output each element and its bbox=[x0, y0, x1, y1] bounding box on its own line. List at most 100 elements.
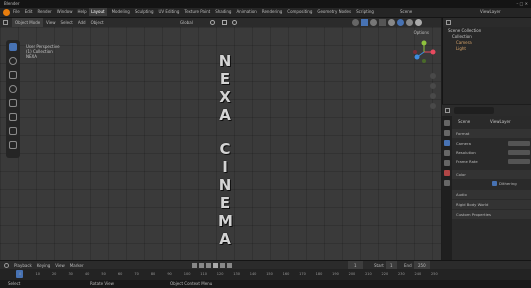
play-icon[interactable] bbox=[213, 263, 218, 268]
timeline-tick-label: 220 bbox=[381, 272, 389, 276]
status-bar: Select Rotate View Object Context Menu bbox=[0, 280, 531, 288]
object-tab-icon[interactable] bbox=[444, 180, 450, 186]
pan-hand-icon[interactable] bbox=[430, 83, 436, 89]
xray-toggle-icon[interactable] bbox=[379, 19, 386, 26]
tab-rendering[interactable]: Rendering bbox=[262, 8, 282, 16]
editor-type-icon[interactable] bbox=[3, 20, 8, 25]
menu-window[interactable]: Window bbox=[57, 8, 73, 16]
menu-help[interactable]: Help bbox=[77, 8, 86, 16]
frame-rate-field[interactable] bbox=[508, 159, 530, 164]
cursor-tool-icon[interactable] bbox=[9, 57, 17, 65]
wireframe-shading-icon[interactable] bbox=[388, 19, 395, 26]
scale-tool-icon[interactable] bbox=[9, 99, 17, 107]
timeline-tick-label: 60 bbox=[117, 272, 123, 276]
tab-sculpting[interactable]: Sculpting bbox=[135, 8, 154, 16]
timeline-tick-label: 130 bbox=[233, 272, 240, 276]
timeline-type-icon[interactable] bbox=[4, 263, 9, 268]
window-controls[interactable]: – □ ✕ bbox=[516, 2, 528, 6]
menu-object[interactable]: Object bbox=[91, 18, 104, 27]
properties-type-icon[interactable] bbox=[445, 108, 450, 113]
timeline-ruler[interactable]: 0 10 20 30 40 50 60 70 80 90 100 110 120 130 140 150 160… bbox=[0, 269, 531, 280]
move-tool-icon[interactable] bbox=[9, 71, 17, 79]
row-camera-label: Camera bbox=[456, 141, 471, 146]
scene-tab-icon[interactable] bbox=[444, 160, 450, 166]
tab-scripting[interactable]: Scripting bbox=[356, 8, 374, 16]
section-rigid-body-world[interactable]: Rigid Body World bbox=[452, 200, 531, 209]
letter-n-2: N bbox=[218, 176, 232, 194]
active-object-name: NEXA bbox=[26, 54, 37, 59]
play-reverse-icon[interactable] bbox=[206, 263, 211, 268]
menu-add[interactable]: Add bbox=[78, 18, 86, 27]
tab-shading[interactable]: Shading bbox=[215, 8, 231, 16]
outliner-item-light[interactable]: Light bbox=[448, 46, 481, 52]
gizmo-toggle-icon[interactable] bbox=[361, 19, 368, 26]
camera-field[interactable] bbox=[508, 141, 530, 146]
rendered-shading-icon[interactable] bbox=[415, 19, 422, 26]
tab-texture-paint[interactable]: Texture Paint bbox=[184, 8, 210, 16]
view-layer-selector[interactable]: ViewLayer bbox=[480, 8, 501, 16]
timeline-tick-label: 20 bbox=[51, 272, 57, 276]
jump-end-icon[interactable] bbox=[227, 263, 232, 268]
workspace-tabs: Layout Modeling Sculpting UV Editing Tex… bbox=[89, 8, 374, 16]
timeline-tick-label: 10 bbox=[35, 272, 40, 276]
timeline-tick-label: 80 bbox=[150, 272, 156, 276]
proportional-edit-icon[interactable] bbox=[232, 20, 237, 25]
section-audio[interactable]: Audio bbox=[452, 190, 531, 199]
text-object-nexa-cinema[interactable]: N E X A C I N E M A bbox=[218, 52, 233, 248]
world-tab-icon[interactable] bbox=[444, 170, 450, 176]
section-color[interactable]: Color bbox=[452, 170, 531, 179]
menu-edit[interactable]: Edit bbox=[25, 8, 33, 16]
options-dropdown[interactable]: Options bbox=[414, 28, 429, 37]
zoom-icon[interactable] bbox=[430, 73, 436, 79]
blender-logo-icon[interactable] bbox=[3, 9, 10, 16]
outliner-type-icon[interactable] bbox=[446, 20, 451, 25]
row-resolution: Resolution bbox=[452, 148, 531, 157]
view-layer-tab-icon[interactable] bbox=[444, 150, 450, 156]
menu-select[interactable]: Select bbox=[61, 18, 73, 27]
tab-compositing[interactable]: Compositing bbox=[287, 8, 312, 16]
mode-dropdown[interactable]: Object Mode bbox=[12, 18, 44, 27]
menu-render[interactable]: Render bbox=[37, 8, 51, 16]
measure-tool-icon[interactable] bbox=[9, 141, 17, 149]
section-custom-properties[interactable]: Custom Properties bbox=[452, 210, 531, 219]
perspective-toggle-icon[interactable] bbox=[430, 103, 436, 109]
timeline-tick-label: 120 bbox=[216, 272, 224, 276]
resolution-field[interactable] bbox=[508, 150, 530, 155]
transform-tool-icon[interactable] bbox=[9, 113, 17, 121]
tab-geometry-nodes[interactable]: Geometry Nodes bbox=[317, 8, 351, 16]
menu-view[interactable]: View bbox=[46, 18, 56, 27]
tab-layout[interactable]: Layout bbox=[89, 8, 107, 16]
row-dithering: Dithering bbox=[452, 179, 531, 188]
row-frame-rate-label: Frame Rate bbox=[456, 159, 478, 164]
playback-controls bbox=[192, 263, 232, 268]
snap-icon[interactable] bbox=[222, 20, 227, 25]
visibility-icon[interactable] bbox=[352, 19, 359, 26]
next-keyframe-icon[interactable] bbox=[220, 263, 225, 268]
solid-shading-icon[interactable] bbox=[397, 19, 404, 26]
timeline-tick-label: 100 bbox=[183, 272, 191, 276]
menu-file[interactable]: File bbox=[13, 8, 20, 16]
camera-view-icon[interactable] bbox=[430, 93, 436, 99]
properties-search-field[interactable] bbox=[454, 107, 494, 114]
timeline-tick-label: 40 bbox=[84, 272, 90, 276]
dithering-checkbox[interactable] bbox=[492, 181, 497, 186]
prev-keyframe-icon[interactable] bbox=[199, 263, 204, 268]
pivot-icon[interactable] bbox=[210, 20, 215, 25]
tab-uv-editing[interactable]: UV Editing bbox=[159, 8, 180, 16]
output-tab-icon[interactable] bbox=[444, 140, 450, 146]
navigation-gizmo[interactable] bbox=[412, 40, 436, 64]
render-tab-icon[interactable] bbox=[444, 130, 450, 136]
scene-selector[interactable]: Scene bbox=[400, 8, 412, 16]
tab-modeling[interactable]: Modeling bbox=[112, 8, 130, 16]
annotate-tool-icon[interactable] bbox=[9, 127, 17, 135]
select-tool-icon[interactable] bbox=[9, 43, 17, 51]
overlay-toggle-icon[interactable] bbox=[370, 19, 377, 26]
jump-start-icon[interactable] bbox=[192, 263, 197, 268]
tab-animation[interactable]: Animation bbox=[236, 8, 256, 16]
material-shading-icon[interactable] bbox=[406, 19, 413, 26]
section-format[interactable]: Format bbox=[452, 129, 531, 138]
rotate-tool-icon[interactable] bbox=[9, 85, 17, 93]
orientation-dropdown[interactable]: Global bbox=[180, 18, 193, 27]
outliner-panel: Scene Collection Collection Camera Light bbox=[442, 18, 531, 104]
tool-tab-icon[interactable] bbox=[444, 120, 450, 126]
